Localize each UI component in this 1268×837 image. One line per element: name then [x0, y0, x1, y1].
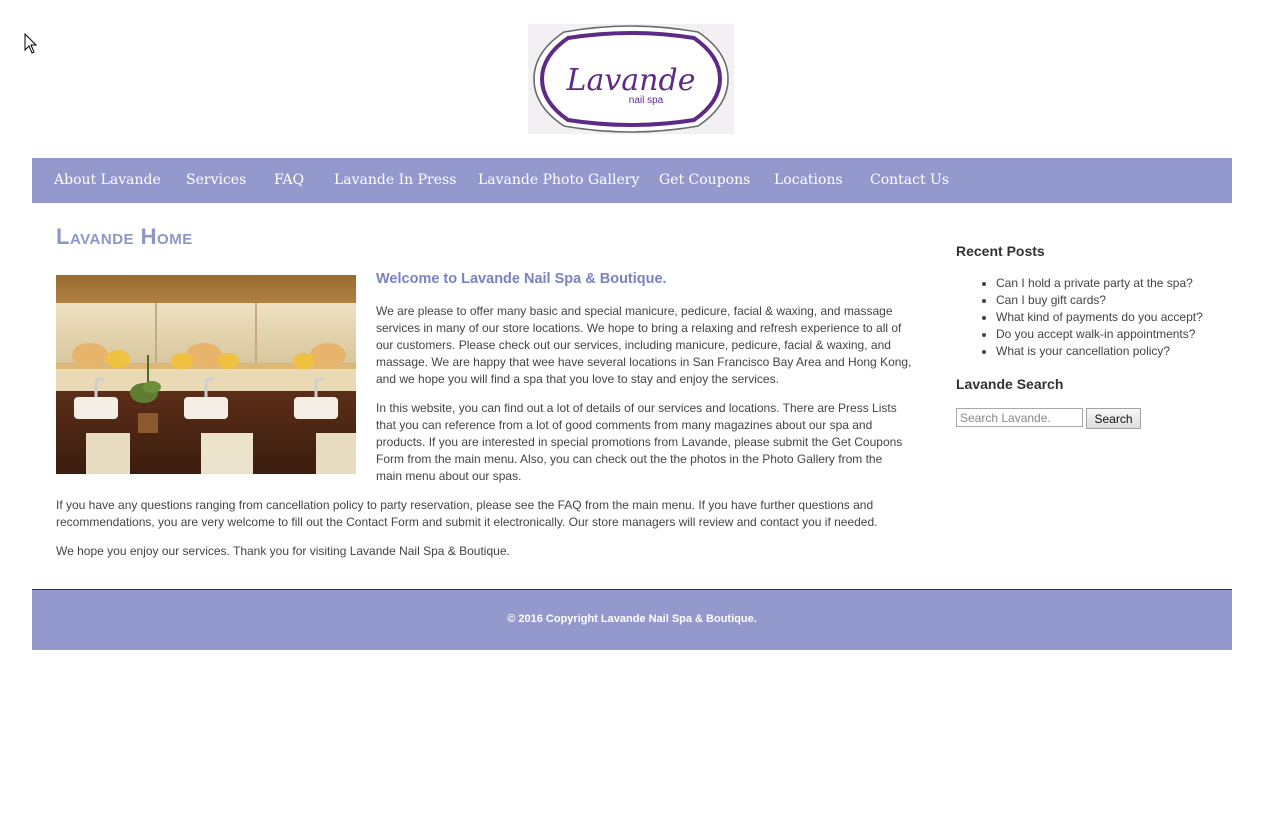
- recent-post-link[interactable]: Can I hold a private party at the spa?: [996, 275, 1203, 292]
- page-title: Lavande Home: [56, 224, 193, 249]
- spa-interior-photo: [56, 275, 356, 474]
- nav-in-press[interactable]: Lavande In Press: [334, 172, 456, 188]
- nav-faq[interactable]: FAQ: [274, 172, 304, 188]
- recent-post-link[interactable]: What is your cancellation policy?: [996, 343, 1203, 360]
- intro-paragraph: We are please to offer many basic and sp…: [376, 304, 912, 386]
- questions-paragraph: If you have any questions ranging from c…: [56, 498, 878, 529]
- nav-locations[interactable]: Locations: [774, 172, 843, 188]
- copyright-text: © 2016 Copyright Lavande Nail Spa & Bout…: [507, 613, 757, 625]
- nav-photo-gallery[interactable]: Lavande Photo Gallery: [478, 172, 639, 188]
- recent-posts-title: Recent Posts: [956, 243, 1045, 259]
- website-info-paragraph: In this website, you can find out a lot …: [376, 401, 903, 483]
- welcome-heading: Welcome to Lavande Nail Spa & Boutique.: [376, 271, 667, 287]
- search-button[interactable]: Search: [1086, 408, 1141, 429]
- nav-contact-us[interactable]: Contact Us: [870, 172, 949, 188]
- site-logo[interactable]: Lavande nail spa: [528, 24, 734, 134]
- site-footer: © 2016 Copyright Lavande Nail Spa & Bout…: [32, 589, 1232, 650]
- main-nav: About Lavande Services FAQ Lavande In Pr…: [32, 158, 1232, 203]
- nav-about[interactable]: About Lavande: [54, 172, 161, 188]
- recent-posts-list: Can I hold a private party at the spa? C…: [956, 275, 1203, 360]
- recent-post-link[interactable]: Do you accept walk-in appointments?: [996, 326, 1203, 343]
- search-widget-title: Lavande Search: [956, 376, 1064, 392]
- nav-get-coupons[interactable]: Get Coupons: [659, 172, 750, 188]
- recent-post-link[interactable]: What kind of payments do you accept?: [996, 309, 1203, 326]
- logo-subtext: nail spa: [629, 95, 664, 106]
- mouse-cursor-icon: [24, 32, 38, 55]
- search-input[interactable]: [956, 408, 1083, 427]
- logo-wordmark: Lavande: [566, 63, 696, 98]
- recent-post-link[interactable]: Can I buy gift cards?: [996, 292, 1203, 309]
- thank-you-paragraph: We hope you enjoy our services. Thank yo…: [56, 544, 510, 558]
- nav-services[interactable]: Services: [186, 172, 246, 188]
